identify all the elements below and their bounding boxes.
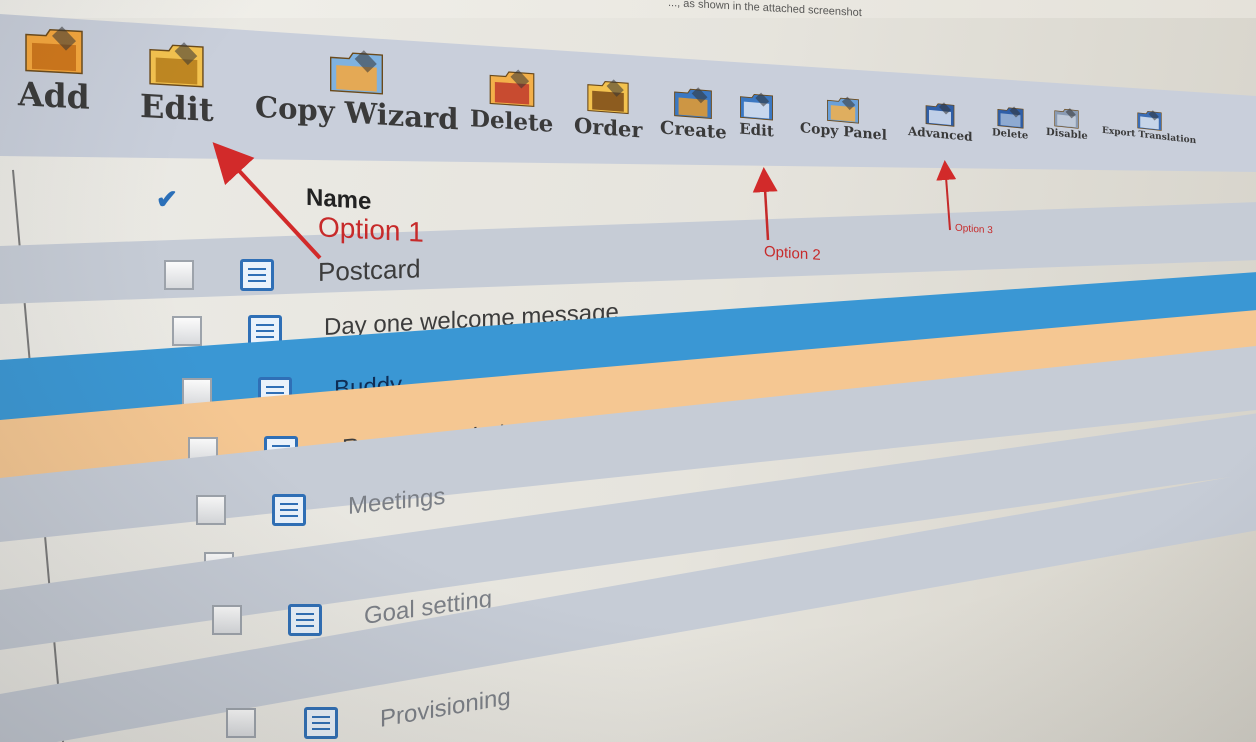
annotation-arrows bbox=[212, 142, 957, 260]
option1-arrow bbox=[212, 142, 322, 260]
screenshot-screen: ..., as shown in the attached screenshot… bbox=[0, 0, 1256, 742]
option2-arrow bbox=[752, 167, 778, 241]
option1-annotation: Option 1 bbox=[318, 211, 424, 248]
option3-arrow bbox=[936, 160, 957, 231]
